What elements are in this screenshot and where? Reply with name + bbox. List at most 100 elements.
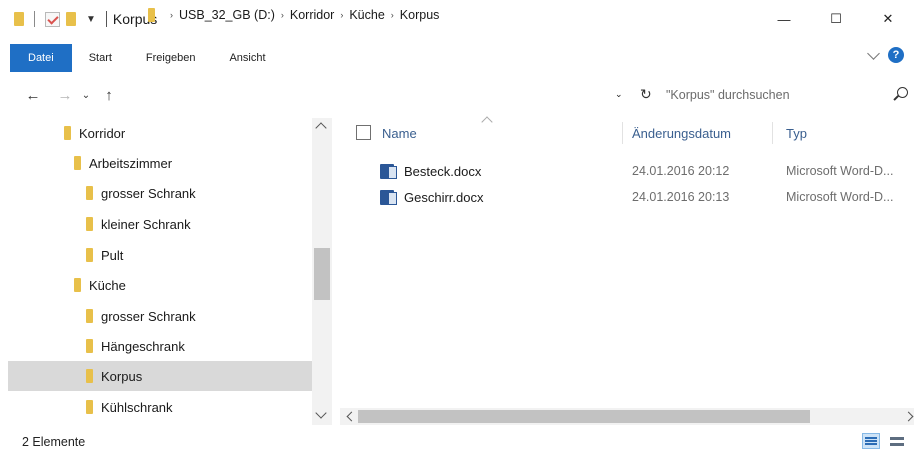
tree-item-haengeschrank[interactable]: Hängeschrank	[86, 331, 185, 361]
tree-item-grosser-schrank-kueche[interactable]: grosser Schrank	[86, 301, 196, 331]
column-divider[interactable]	[622, 122, 623, 144]
folder-icon	[86, 369, 93, 383]
file-name: Besteck.docx	[404, 163, 482, 179]
tree-item-label: Korridor	[79, 125, 126, 141]
column-header-date[interactable]: Änderungsdatum	[632, 118, 772, 148]
view-switcher	[862, 433, 906, 449]
folder-icon	[14, 12, 24, 26]
ribbon-tabs: Datei Start Freigeben Ansicht ?	[0, 44, 914, 72]
tab-freigeben[interactable]: Freigeben	[129, 44, 213, 72]
column-divider[interactable]	[772, 122, 773, 144]
word-document-icon	[380, 163, 397, 179]
tree-item-pult[interactable]: Pult	[86, 240, 123, 270]
properties-check-icon[interactable]	[45, 11, 60, 27]
toolbar-divider	[34, 11, 35, 27]
scroll-up-icon[interactable]	[315, 122, 327, 134]
scroll-down-icon[interactable]	[315, 407, 327, 419]
file-name-cell[interactable]: Besteck.docx	[380, 158, 620, 184]
ribbon-right-controls: ?	[867, 46, 904, 63]
navigation-scrollbar[interactable]	[312, 118, 332, 425]
expand-ribbon-chevron-down-icon[interactable]	[867, 46, 880, 60]
customize-toolbar-icon[interactable]: ▼	[86, 14, 96, 25]
breadcrumb-kueche[interactable]: Küche	[346, 8, 387, 22]
folder-icon	[86, 217, 93, 231]
folder-icon	[86, 248, 93, 262]
tree-item-korridor[interactable]: Korridor	[64, 118, 125, 148]
word-document-icon	[380, 189, 397, 205]
tree-item-label: Arbeitszimmer	[89, 155, 173, 171]
scroll-right-icon[interactable]	[903, 411, 914, 422]
tree-item-arbeitszimmer[interactable]: Arbeitszimmer	[74, 148, 172, 178]
file-date: 24.01.2016 20:13	[632, 190, 730, 204]
scrollbar-thumb[interactable]	[358, 410, 810, 423]
close-button[interactable]: ✕	[862, 0, 914, 38]
folder-icon	[74, 156, 81, 170]
breadcrumb[interactable]: › USB_32_GB (D:) › Korridor › Küche › Ko…	[140, 3, 638, 27]
back-button[interactable]: ←	[22, 87, 44, 104]
tree-item-kleiner-schrank[interactable]: kleiner Schrank	[86, 209, 191, 239]
file-type: Microsoft Word-D...	[786, 164, 894, 178]
folder-icon	[86, 339, 93, 353]
file-name: Geschirr.docx	[404, 189, 484, 205]
tree-item-label: kleiner Schrank	[101, 216, 191, 232]
scrollbar-thumb[interactable]	[314, 248, 330, 300]
table-row[interactable]: Geschirr.docx 24.01.2016 20:13 Microsoft…	[340, 184, 914, 210]
breadcrumb-usb[interactable]: USB_32_GB (D:)	[176, 8, 278, 22]
folder-icon	[86, 400, 93, 414]
refresh-icon[interactable]: ↻	[640, 86, 652, 103]
breadcrumb-korpus[interactable]: Korpus	[397, 8, 443, 22]
breadcrumb-separator[interactable]: ›	[337, 10, 346, 20]
column-header-type[interactable]: Typ	[786, 118, 906, 148]
tree-item-grosser-schrank[interactable]: grosser Schrank	[86, 178, 196, 208]
tree-item-label: Korpus	[101, 368, 143, 384]
quick-access-toolbar: ▼ Korpus	[14, 11, 157, 27]
window-controls: — ☐ ✕	[758, 0, 914, 38]
tree-item-label: grosser Schrank	[101, 308, 196, 324]
help-icon[interactable]: ?	[888, 47, 904, 63]
breadcrumb-separator[interactable]: ›	[388, 10, 397, 20]
tab-datei[interactable]: Datei	[10, 44, 72, 72]
tree-item-korpus[interactable]: Korpus	[8, 361, 312, 391]
search-placeholder: "Korpus" durchsuchen	[666, 88, 790, 102]
file-name-cell[interactable]: Geschirr.docx	[380, 184, 620, 210]
file-type: Microsoft Word-D...	[786, 190, 894, 204]
file-date: 24.01.2016 20:12	[632, 164, 730, 178]
folder-icon	[64, 126, 71, 140]
tree-item-kuehlschrank[interactable]: Kühlschrank	[86, 392, 173, 422]
address-history-chevron-down-icon[interactable]: ⌄	[615, 89, 623, 100]
up-button[interactable]: ↑	[98, 87, 120, 104]
select-all-checkbox[interactable]	[356, 125, 371, 140]
search-icon[interactable]	[897, 87, 908, 98]
folder-icon	[148, 8, 155, 22]
new-folder-icon[interactable]	[66, 12, 76, 26]
forward-button[interactable]: →	[54, 87, 76, 104]
large-icons-view-icon[interactable]	[888, 433, 906, 449]
folder-icon	[86, 186, 93, 200]
breadcrumb-separator[interactable]: ›	[278, 10, 287, 20]
tree-item-label: Pult	[101, 247, 124, 263]
details-view-icon[interactable]	[862, 433, 880, 449]
tree-item-label: Hängeschrank	[101, 338, 185, 354]
tree-item-label: grosser Schrank	[101, 185, 196, 201]
breadcrumb-separator[interactable]: ›	[167, 10, 176, 20]
breadcrumb-korridor[interactable]: Korridor	[287, 8, 337, 22]
minimize-button[interactable]: —	[758, 0, 810, 38]
scroll-left-icon[interactable]	[346, 411, 357, 422]
item-count: 2 Elemente	[22, 435, 86, 449]
tree-item-kueche[interactable]: Küche	[74, 270, 126, 300]
tab-start[interactable]: Start	[72, 44, 129, 72]
file-list-horizontal-scrollbar[interactable]	[340, 408, 914, 425]
tab-ansicht[interactable]: Ansicht	[212, 44, 282, 72]
navigation-pane: Korridor Arbeitszimmer grosser Schrank k…	[0, 118, 312, 425]
table-row[interactable]: Besteck.docx 24.01.2016 20:12 Microsoft …	[340, 158, 914, 184]
tree-item-label: Küche	[89, 277, 126, 293]
status-bar: 2 Elemente	[0, 430, 914, 454]
column-header-name[interactable]: Name	[382, 118, 622, 148]
recent-locations-chevron-down-icon[interactable]: ⌄	[78, 90, 94, 101]
folder-icon	[86, 309, 93, 323]
file-list: Name Änderungsdatum Typ Besteck.docx 24.…	[340, 116, 914, 408]
maximize-button[interactable]: ☐	[810, 0, 862, 38]
folder-icon	[74, 278, 81, 292]
tree-item-label: Kühlschrank	[101, 399, 173, 415]
search-input[interactable]: "Korpus" durchsuchen	[660, 83, 914, 107]
